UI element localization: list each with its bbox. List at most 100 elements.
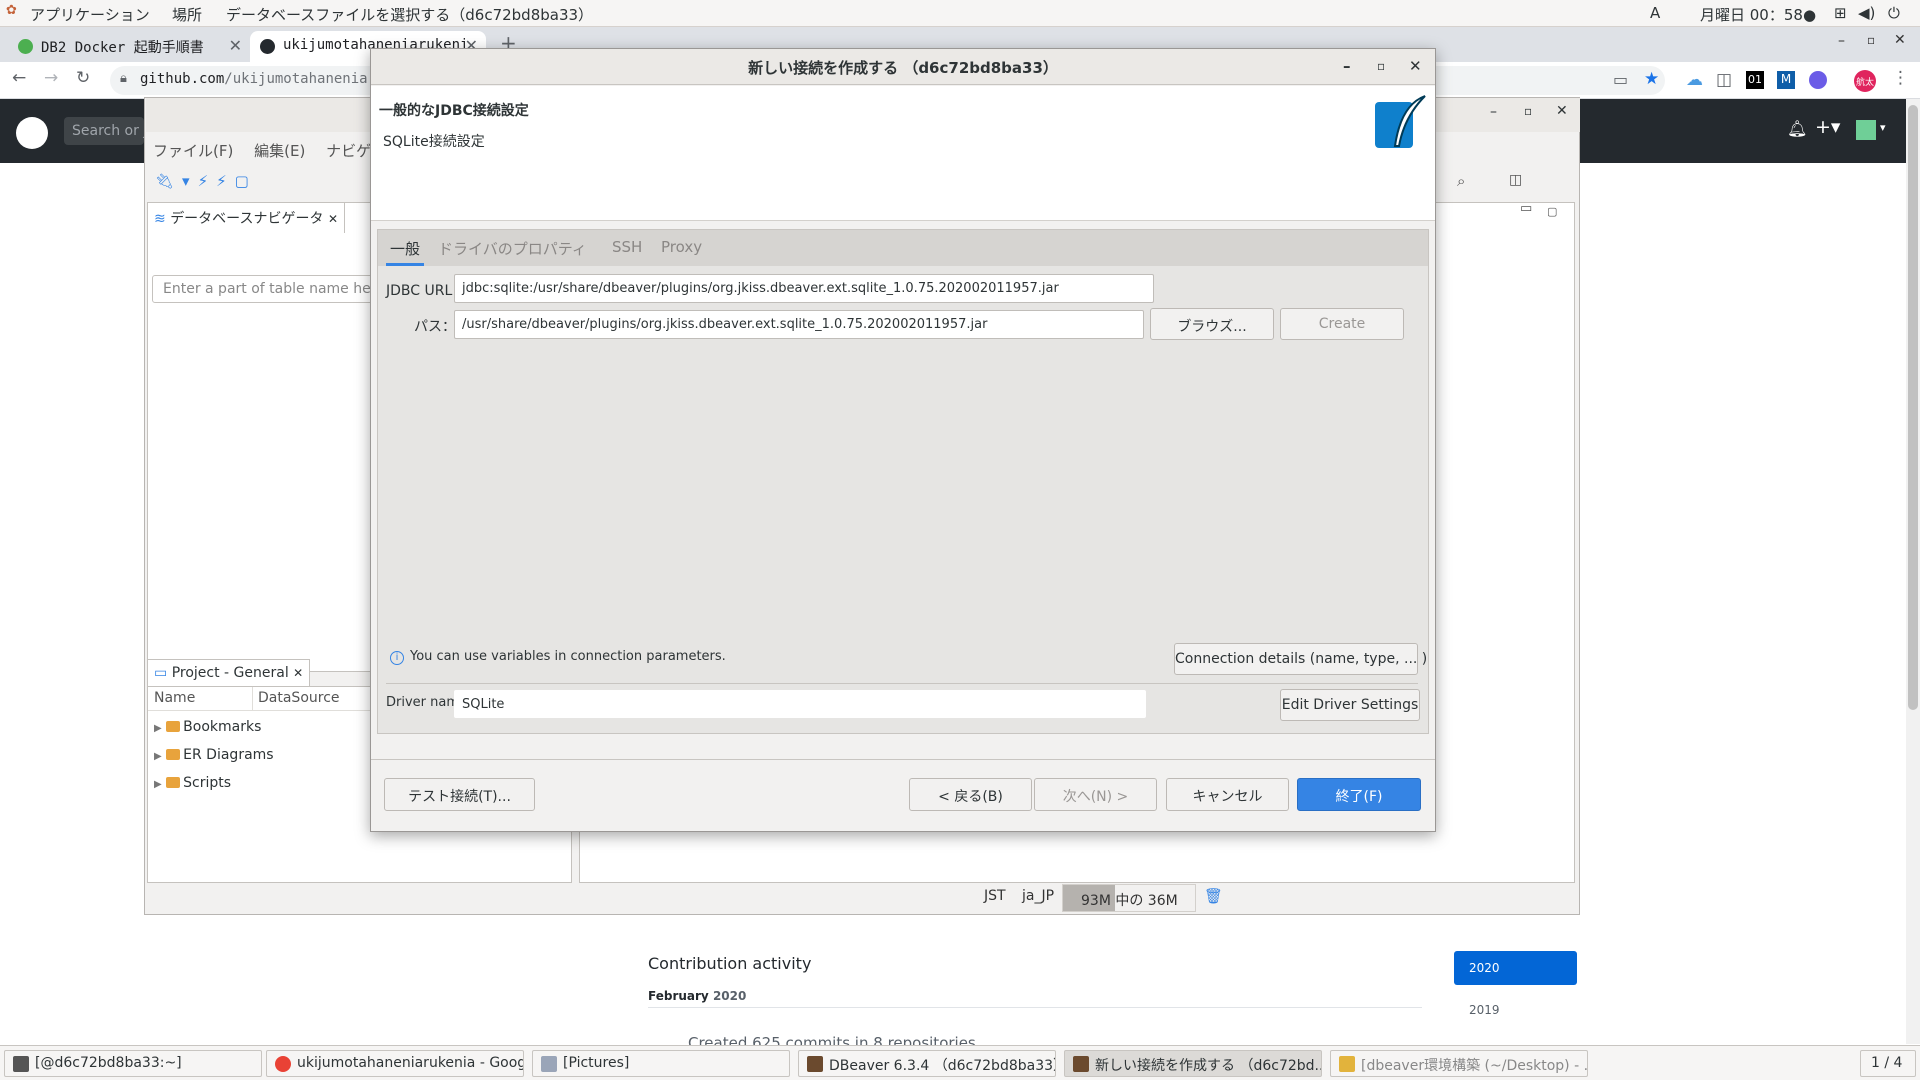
- tab-database-navigator[interactable]: ≋ データベースナビゲータ ✕: [147, 202, 346, 233]
- close-icon[interactable]: ✕: [1556, 103, 1568, 119]
- tab-driver-properties[interactable]: ドライバのプロパティ: [438, 238, 587, 259]
- connection-details-button[interactable]: Connection details (name, type, ... ): [1174, 643, 1427, 675]
- power-icon[interactable]: ⏻: [1888, 4, 1900, 22]
- jdbc-url-input[interactable]: jdbc:sqlite:/usr/share/dbeaver/plugins/o…: [454, 274, 1154, 303]
- m-extension-icon[interactable]: M: [1777, 71, 1795, 89]
- maximize-icon[interactable]: ▫: [1524, 104, 1532, 118]
- applications-menu[interactable]: アプリケーション: [30, 4, 150, 25]
- github-logo-icon[interactable]: [16, 117, 48, 149]
- column-header-datasource[interactable]: DataSource: [258, 690, 340, 706]
- browse-button[interactable]: ブラウズ...: [1150, 308, 1274, 340]
- expand-icon[interactable]: ▶: [154, 751, 162, 762]
- disconnect-icon[interactable]: ⚡︎: [216, 172, 235, 190]
- header-title: 一般的なJDBC接続設定: [379, 103, 529, 119]
- taskbar-item-pictures[interactable]: [Pictures]: [532, 1050, 790, 1077]
- path-input[interactable]: /usr/share/dbeaver/plugins/org.jkiss.dbe…: [454, 310, 1144, 339]
- minimize-icon[interactable]: –: [1490, 104, 1497, 120]
- browser-tab[interactable]: DB2 Docker 起動手順書 ✕: [8, 31, 250, 62]
- expand-icon[interactable]: ▶: [154, 779, 162, 790]
- taskbar-item-new-connection[interactable]: 新しい接続を作成する （d6c72bd...: [1064, 1050, 1322, 1077]
- chevron-down-icon[interactable]: ▾: [1880, 121, 1886, 134]
- workspace-switcher[interactable]: 1 / 4: [1860, 1050, 1916, 1077]
- taskbar-item-terminal[interactable]: [@d6c72bd8ba33:~]: [4, 1050, 262, 1077]
- dropdown-icon[interactable]: ▾: [182, 172, 198, 190]
- o1-extension-icon[interactable]: 01: [1746, 71, 1764, 89]
- create-button[interactable]: Create: [1280, 308, 1404, 340]
- finish-button[interactable]: 終了(F): [1297, 778, 1421, 811]
- reload-icon[interactable]: ↻: [76, 68, 90, 88]
- year-2020-link[interactable]: 2020: [1454, 951, 1577, 985]
- minimize-icon[interactable]: –: [1838, 33, 1845, 49]
- dbeaver-icon: [807, 1056, 823, 1072]
- close-icon[interactable]: ✕: [229, 36, 242, 55]
- avatar[interactable]: [1856, 120, 1876, 140]
- clock[interactable]: 月曜日 00：58●: [1700, 4, 1816, 25]
- driver-name-field[interactable]: SQLite: [454, 690, 1146, 718]
- back-button[interactable]: < 戻る(B): [909, 778, 1032, 811]
- lock-icon: 🔒︎: [120, 71, 127, 86]
- cancel-button[interactable]: キャンセル: [1166, 778, 1289, 811]
- input-method-indicator[interactable]: A: [1650, 4, 1660, 22]
- maximize-icon[interactable]: ▫: [1867, 33, 1875, 47]
- chrome-icon: [275, 1056, 291, 1072]
- profile-avatar[interactable]: 航太: [1854, 70, 1876, 92]
- forward-icon[interactable]: →: [44, 68, 58, 88]
- menu-file[interactable]: ファイル(F): [153, 142, 233, 160]
- bell-icon[interactable]: 🔔︎: [1787, 119, 1807, 138]
- expand-icon[interactable]: ▶: [154, 723, 162, 734]
- taskbar-item-dbeaver[interactable]: DBeaver 6.3.4 （d6c72bd8ba33）: [798, 1050, 1056, 1077]
- new-connection-icon[interactable]: 🔌︎: [155, 172, 182, 190]
- close-icon[interactable]: ✕: [328, 212, 338, 226]
- github-search-input[interactable]: Search or ju: [64, 117, 144, 145]
- search-icon[interactable]: ⌕: [1457, 172, 1465, 190]
- minimize-icon[interactable]: ▭: [1520, 201, 1532, 216]
- close-icon[interactable]: ✕: [1409, 57, 1422, 75]
- maximize-icon[interactable]: ▫: [1377, 59, 1385, 73]
- memory-gauge[interactable]: 93M 中の 36M: [1062, 884, 1196, 912]
- path-label: パス：: [414, 319, 456, 335]
- tab-project-general[interactable]: ▭ Project - General ✕: [147, 659, 311, 686]
- test-connection-button[interactable]: テスト接続(T)...: [384, 778, 535, 811]
- connect-icon[interactable]: ⚡︎: [198, 172, 217, 190]
- pocket-extension-icon[interactable]: ◫: [1716, 70, 1732, 90]
- tab-general[interactable]: 一般: [390, 238, 420, 259]
- minimize-icon[interactable]: –: [1343, 57, 1351, 75]
- maximize-icon[interactable]: ▢: [1547, 205, 1557, 218]
- tree-item[interactable]: ▶ ER Diagrams: [154, 747, 274, 763]
- menu-navigate[interactable]: ナビゲ: [326, 142, 371, 160]
- places-menu[interactable]: 場所: [172, 4, 202, 25]
- foot-icon[interactable]: ✿: [6, 3, 17, 18]
- year-2019-link[interactable]: 2019: [1469, 1003, 1500, 1017]
- tab-label: Project - General: [171, 665, 289, 681]
- database-icon: ≋: [154, 211, 166, 227]
- active-tab-indicator: [386, 263, 424, 266]
- taskbar-item-label: DBeaver 6.3.4 （d6c72bd8ba33）: [829, 1058, 1056, 1074]
- back-icon[interactable]: ←: [12, 68, 26, 88]
- garbage-collect-icon[interactable]: 🗑︎: [1204, 887, 1223, 905]
- divider: [386, 683, 1418, 684]
- volume-icon[interactable]: ◀): [1858, 4, 1875, 22]
- taskbar-item-chrome[interactable]: ukijumotahaneniarukenia - Google C...: [266, 1050, 524, 1077]
- menu-edit[interactable]: 編集(E): [254, 142, 305, 160]
- edit-driver-settings-button[interactable]: Edit Driver Settings: [1280, 689, 1420, 721]
- network-icon[interactable]: ⊞: [1834, 4, 1847, 22]
- close-icon[interactable]: ✕: [293, 666, 303, 680]
- sql-editor-icon[interactable]: ▢: [235, 172, 257, 190]
- cast-icon[interactable]: ▭: [1613, 70, 1628, 89]
- perspective-icon[interactable]: ◫: [1509, 172, 1522, 188]
- column-header-name[interactable]: Name: [154, 690, 195, 706]
- bookmark-star-icon[interactable]: ★: [1644, 69, 1659, 89]
- plus-dropdown-icon[interactable]: +▾: [1815, 116, 1840, 138]
- close-icon[interactable]: ✕: [1894, 32, 1906, 48]
- purple-extension-icon[interactable]: [1809, 71, 1827, 89]
- tree-item[interactable]: ▶ Bookmarks: [154, 719, 261, 735]
- tab-proxy[interactable]: Proxy: [661, 238, 702, 256]
- cloud-extension-icon[interactable]: ☁: [1686, 70, 1703, 90]
- taskbar-item-editor[interactable]: [dbeaver環境構築 (~/Desktop) - ...: [1330, 1050, 1588, 1077]
- scrollbar-thumb[interactable]: [1908, 105, 1918, 710]
- tab-ssh[interactable]: SSH: [612, 238, 642, 256]
- tree-item[interactable]: ▶ Scripts: [154, 775, 231, 791]
- kebab-menu-icon[interactable]: ⋮: [1892, 68, 1909, 88]
- next-button[interactable]: 次へ(N) >: [1034, 778, 1157, 811]
- header-subtitle: SQLite接続設定: [383, 134, 485, 150]
